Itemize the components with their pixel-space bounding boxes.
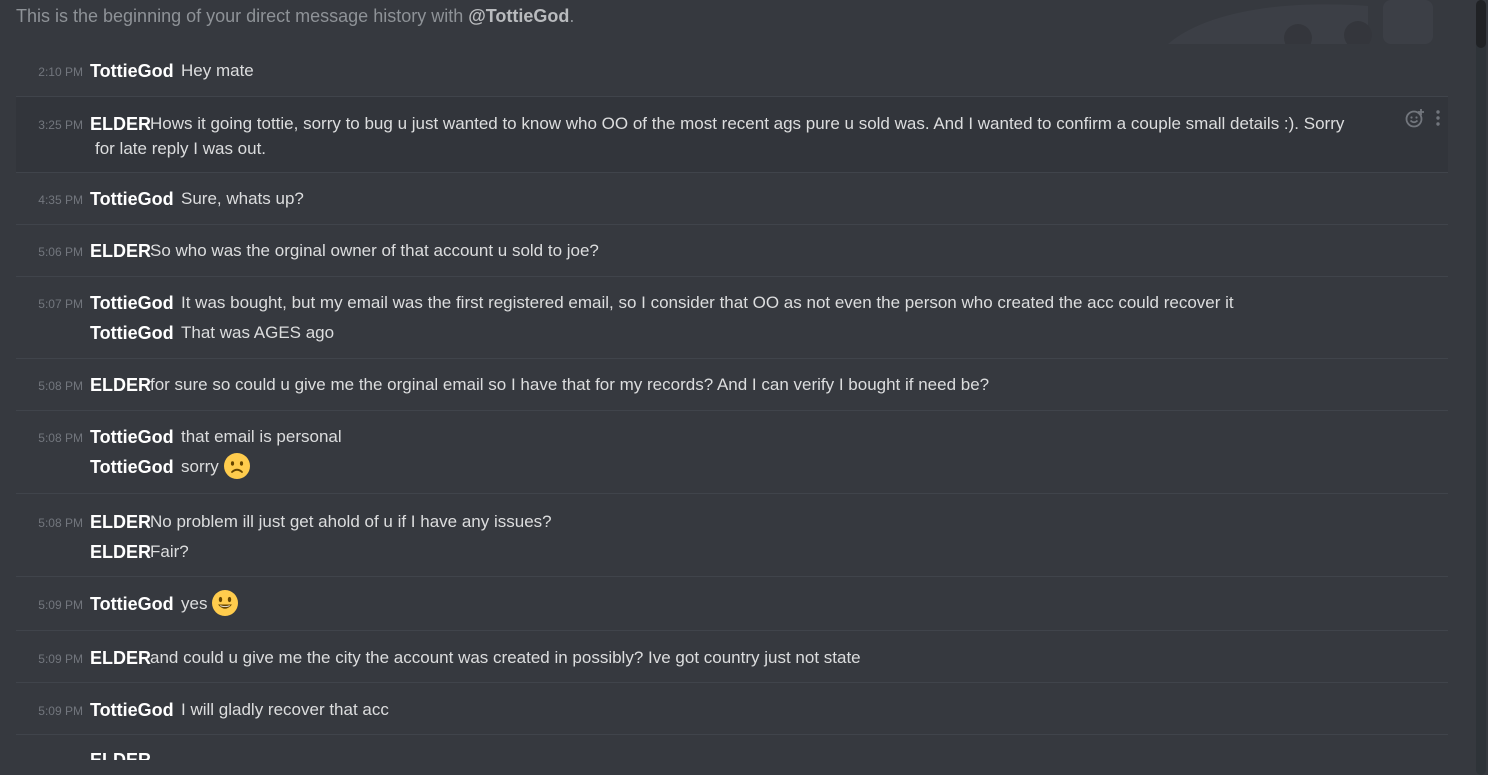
beginning-suffix: . <box>569 6 575 26</box>
add-reaction-icon[interactable] <box>1404 107 1426 129</box>
message-line: 5:06 PM ELDER So who was the orginal own… <box>16 236 1448 266</box>
message-timestamp[interactable]: 5:09 PM <box>16 644 83 674</box>
message-text: That was AGES ago <box>181 323 335 342</box>
message-author[interactable]: TottieGod <box>90 589 174 619</box>
message-line: 5:07 PM TottieGod It was bought, but my … <box>16 288 1448 318</box>
message-text: and could u give me the city the account… <box>150 648 861 667</box>
message-line: 5:08 PM TottieGod that email is personal <box>16 422 1448 452</box>
more-options-icon[interactable] <box>1434 107 1442 129</box>
message-line: TottieGod That was AGES ago <box>16 318 1448 348</box>
message-text: sorry <box>181 457 219 476</box>
message-text-with-emoji: sorry <box>181 452 251 482</box>
message-author[interactable]: ELDER <box>90 537 151 567</box>
message-group[interactable]: 5:09 PM TottieGod I will gladly recover … <box>16 683 1448 735</box>
message-author[interactable]: ELDER <box>90 109 151 139</box>
header-decoration-image <box>1168 0 1433 44</box>
dm-beginning-text: This is the beginning of your direct mes… <box>16 6 574 27</box>
message-line: TottieGod sorry <box>16 452 1448 482</box>
message-timestamp[interactable]: 5:09 PM <box>16 590 83 620</box>
beginning-username[interactable]: @TottieGod <box>468 6 569 26</box>
message-group[interactable]: 5:06 PM ELDER So who was the orginal own… <box>16 225 1448 277</box>
message-timestamp[interactable]: 5:09 PM <box>16 696 83 726</box>
message-author[interactable]: TottieGod <box>90 695 174 725</box>
message-timestamp[interactable]: 4:35 PM <box>16 185 83 215</box>
message-author[interactable]: ELDER <box>90 643 151 673</box>
message-timestamp[interactable]: 5:08 PM <box>16 423 83 453</box>
message-line: 3:25 PM ELDER Hows it going tottie, sorr… <box>16 109 1448 139</box>
message-text: I will gladly recover that acc <box>181 700 389 719</box>
message-group[interactable]: 3:25 PM ELDER Hows it going tottie, sorr… <box>16 97 1448 173</box>
message-line: 5:09 PM TottieGod I will gladly recover … <box>16 695 1448 725</box>
message-text: Sure, whats up? <box>181 189 304 208</box>
message-author[interactable]: TottieGod <box>90 422 174 452</box>
dm-chat-view: This is the beginning of your direct mes… <box>0 0 1488 775</box>
message-text: yes <box>181 594 208 613</box>
message-group[interactable]: 5:08 PM TottieGod that email is personal… <box>16 411 1448 494</box>
message-text: So who was the orginal owner of that acc… <box>150 241 599 260</box>
message-line: 5:08 PM ELDER for sure so could u give m… <box>16 370 1448 400</box>
message-line: 5:08 PM ELDER No problem ill just get ah… <box>16 507 1448 537</box>
message-author[interactable]: TottieGod <box>90 452 174 482</box>
scrollbar-thumb[interactable] <box>1476 0 1486 48</box>
message-line: 5:09 PM TottieGod yes <box>16 589 1448 619</box>
smiling-face-emoji-icon[interactable] <box>211 589 239 617</box>
message-text: for sure so could u give me the orginal … <box>150 375 990 394</box>
message-author[interactable]: ELDER <box>90 236 151 266</box>
message-line: ELDER Fair? <box>16 537 1448 567</box>
message-group[interactable]: 5:09 PM ELDER and could u give me the ci… <box>16 631 1448 683</box>
message-text-with-emoji: yes <box>181 589 239 619</box>
beginning-prefix: This is the beginning of your direct mes… <box>16 6 469 26</box>
message-timestamp[interactable]: 5:08 PM <box>16 508 83 538</box>
scrollbar-track[interactable] <box>1476 0 1486 775</box>
message-author[interactable]: TottieGod <box>90 288 174 318</box>
message-group[interactable]: 4:35 PM TottieGod Sure, whats up? <box>16 173 1448 225</box>
message-text: Fair? <box>150 542 189 561</box>
message-text: It was bought, but my email was the firs… <box>181 293 1234 312</box>
message-text: Hows it going tottie, sorry to bug u jus… <box>150 114 1345 133</box>
message-group[interactable]: 5:08 PM ELDER No problem ill just get ah… <box>16 494 1448 577</box>
message-hover-toolbar <box>1404 107 1448 131</box>
message-text: Hey mate <box>181 61 254 80</box>
message-timestamp[interactable]: 3:25 PM <box>16 110 83 140</box>
message-timestamp[interactable]: 5:07 PM <box>16 289 83 319</box>
message-text: No problem ill just get ahold of u if I … <box>150 512 552 531</box>
message-line: 2:10 PM TottieGod Hey mate <box>16 56 1448 86</box>
message-author[interactable]: ELDER <box>90 507 151 537</box>
message-group[interactable]: 5:07 PM TottieGod It was bought, but my … <box>16 277 1448 359</box>
message-author[interactable]: TottieGod <box>90 56 174 86</box>
message-author[interactable]: TottieGod <box>90 318 174 348</box>
frowning-face-emoji-icon[interactable] <box>223 452 251 480</box>
message-timestamp[interactable]: 5:08 PM <box>16 371 83 401</box>
message-group[interactable]: 5:09 PM TottieGod yes <box>16 577 1448 631</box>
message-timestamp[interactable]: 2:10 PM <box>16 57 83 87</box>
message-line: 4:35 PM TottieGod Sure, whats up? <box>16 184 1448 214</box>
message-author[interactable]: TottieGod <box>90 184 174 214</box>
message-text-continuation: for late reply I was out. <box>95 139 267 158</box>
composer-area-edge <box>0 760 1474 775</box>
message-line: 5:09 PM ELDER and could u give me the ci… <box>16 643 1448 673</box>
message-group[interactable]: 2:10 PM TottieGod Hey mate <box>16 56 1448 97</box>
message-group[interactable]: 5:08 PM ELDER for sure so could u give m… <box>16 359 1448 411</box>
message-author[interactable]: ELDER <box>90 370 151 400</box>
message-timestamp[interactable]: 5:06 PM <box>16 237 83 267</box>
partial-message-author[interactable]: ELDER <box>90 749 151 760</box>
message-text: that email is personal <box>181 427 342 446</box>
